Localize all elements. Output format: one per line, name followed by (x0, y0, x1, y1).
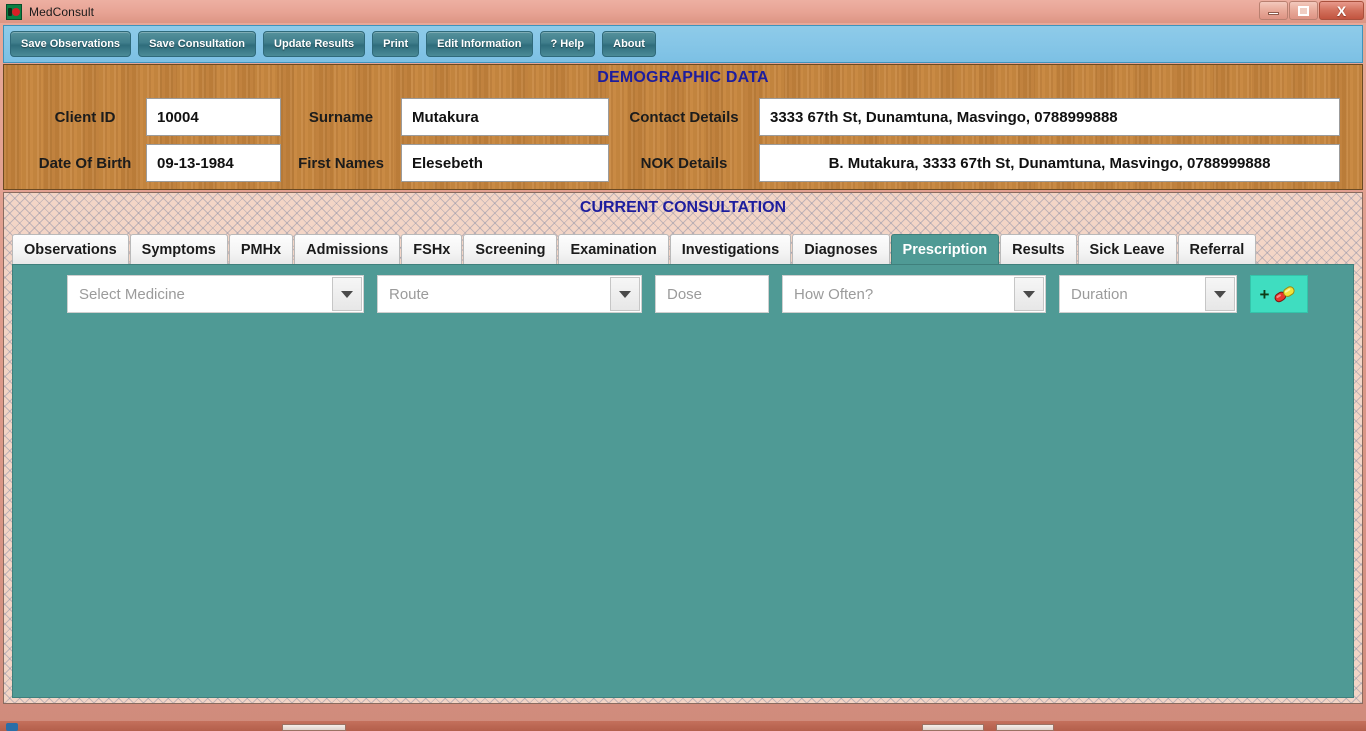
tab-referral[interactable]: Referral (1177, 234, 1257, 264)
nok-details-field[interactable]: B. Mutakura, 3333 67th St, Dunamtuna, Ma… (759, 144, 1340, 182)
frequency-select-placeholder: How Often? (794, 285, 874, 303)
tab-fshx[interactable]: FSHx (401, 234, 463, 264)
chevron-down-icon[interactable] (1014, 277, 1044, 311)
close-icon: X (1336, 2, 1347, 19)
duration-select-placeholder: Duration (1071, 285, 1128, 303)
edit-information-button[interactable]: Edit Information (426, 31, 533, 57)
duration-select[interactable]: Duration (1059, 275, 1237, 313)
tab-observations[interactable]: Observations (12, 234, 129, 264)
tab-diagnoses[interactable]: Diagnoses (792, 234, 890, 264)
dose-input[interactable]: Dose (655, 275, 769, 313)
taskbar-item[interactable] (996, 724, 1054, 731)
medicine-select[interactable]: Select Medicine (67, 275, 364, 313)
demographic-data-title: DEMOGRAPHIC DATA (597, 69, 769, 86)
contact-details-field[interactable]: 3333 67th St, Dunamtuna, Masvingo, 07889… (759, 98, 1340, 136)
taskbar-item[interactable] (922, 724, 984, 731)
tab-examination[interactable]: Examination (558, 234, 669, 264)
first-names-label: First Names (298, 154, 384, 172)
app-window: MedConsult X Save Observations Save Cons… (0, 0, 1366, 731)
main-toolbar: Save Observations Save Consultation Upda… (3, 25, 1363, 63)
medicine-select-placeholder: Select Medicine (79, 285, 185, 303)
consultation-tabstrip: Observations Symptoms PMHx Admissions FS… (12, 234, 1257, 264)
start-button[interactable] (6, 723, 18, 731)
surname-label: Surname (308, 108, 374, 126)
demographic-row-1: Client ID 10004 Surname Mutakura Contact… (4, 97, 1340, 137)
minimize-button[interactable] (1259, 1, 1288, 20)
first-names-field[interactable]: Elesebeth (401, 144, 609, 182)
contact-details-label: Contact Details (629, 108, 739, 126)
plus-icon: + (1259, 284, 1270, 304)
window-controls: X (1258, 1, 1364, 20)
save-observations-button[interactable]: Save Observations (10, 31, 132, 57)
maximize-button[interactable] (1289, 1, 1318, 20)
surname-field[interactable]: Mutakura (401, 98, 609, 136)
os-taskbar (0, 721, 1366, 731)
chevron-down-icon[interactable] (610, 277, 640, 311)
client-id-label: Client ID (54, 108, 116, 126)
update-results-button[interactable]: Update Results (263, 31, 366, 57)
tab-prescription[interactable]: Prescription (890, 234, 1000, 264)
help-button[interactable]: ? Help (539, 31, 596, 57)
dose-input-placeholder: Dose (667, 285, 703, 303)
nok-details-label: NOK Details (640, 154, 728, 172)
demographic-row-2: Date Of Birth 09-13-1984 First Names Ele… (4, 143, 1340, 183)
print-button[interactable]: Print (372, 31, 420, 57)
route-select-placeholder: Route (389, 285, 430, 303)
date-of-birth-field[interactable]: 09-13-1984 (146, 144, 281, 182)
minimize-icon (1268, 12, 1279, 15)
pill-capsule-icon (1275, 286, 1296, 303)
title-bar: MedConsult X (0, 0, 1366, 23)
about-button[interactable]: About (602, 31, 656, 57)
prescription-tab-panel: Select Medicine Route Dose How Often? Du… (12, 264, 1354, 698)
close-button[interactable]: X (1319, 1, 1364, 20)
demographic-data-panel: DEMOGRAPHIC DATA Client ID 10004 Surname… (3, 64, 1363, 190)
current-consultation-title: CURRENT CONSULTATION (579, 199, 787, 216)
chevron-down-icon[interactable] (332, 277, 362, 311)
date-of-birth-label: Date Of Birth (38, 154, 132, 172)
current-consultation-panel: CURRENT CONSULTATION Observations Sympto… (3, 192, 1363, 704)
tab-symptoms[interactable]: Symptoms (129, 234, 228, 264)
tab-admissions[interactable]: Admissions (294, 234, 401, 264)
client-id-field[interactable]: 10004 (146, 98, 281, 136)
tab-pmhx[interactable]: PMHx (228, 234, 294, 264)
tab-sick-leave[interactable]: Sick Leave (1077, 234, 1177, 264)
tab-screening[interactable]: Screening (463, 234, 558, 264)
tab-results[interactable]: Results (1000, 234, 1077, 264)
frequency-select[interactable]: How Often? (782, 275, 1046, 313)
taskbar-item[interactable] (282, 724, 346, 731)
maximize-icon (1298, 5, 1309, 16)
route-select[interactable]: Route (377, 275, 642, 313)
save-consultation-button[interactable]: Save Consultation (138, 31, 257, 57)
app-icon (6, 3, 22, 20)
chevron-down-icon[interactable] (1205, 277, 1235, 311)
add-prescription-button[interactable]: + (1250, 275, 1308, 313)
prescription-entry-row: Select Medicine Route Dose How Often? Du… (67, 275, 1308, 313)
tab-investigations[interactable]: Investigations (669, 234, 792, 264)
window-title: MedConsult (29, 4, 95, 19)
